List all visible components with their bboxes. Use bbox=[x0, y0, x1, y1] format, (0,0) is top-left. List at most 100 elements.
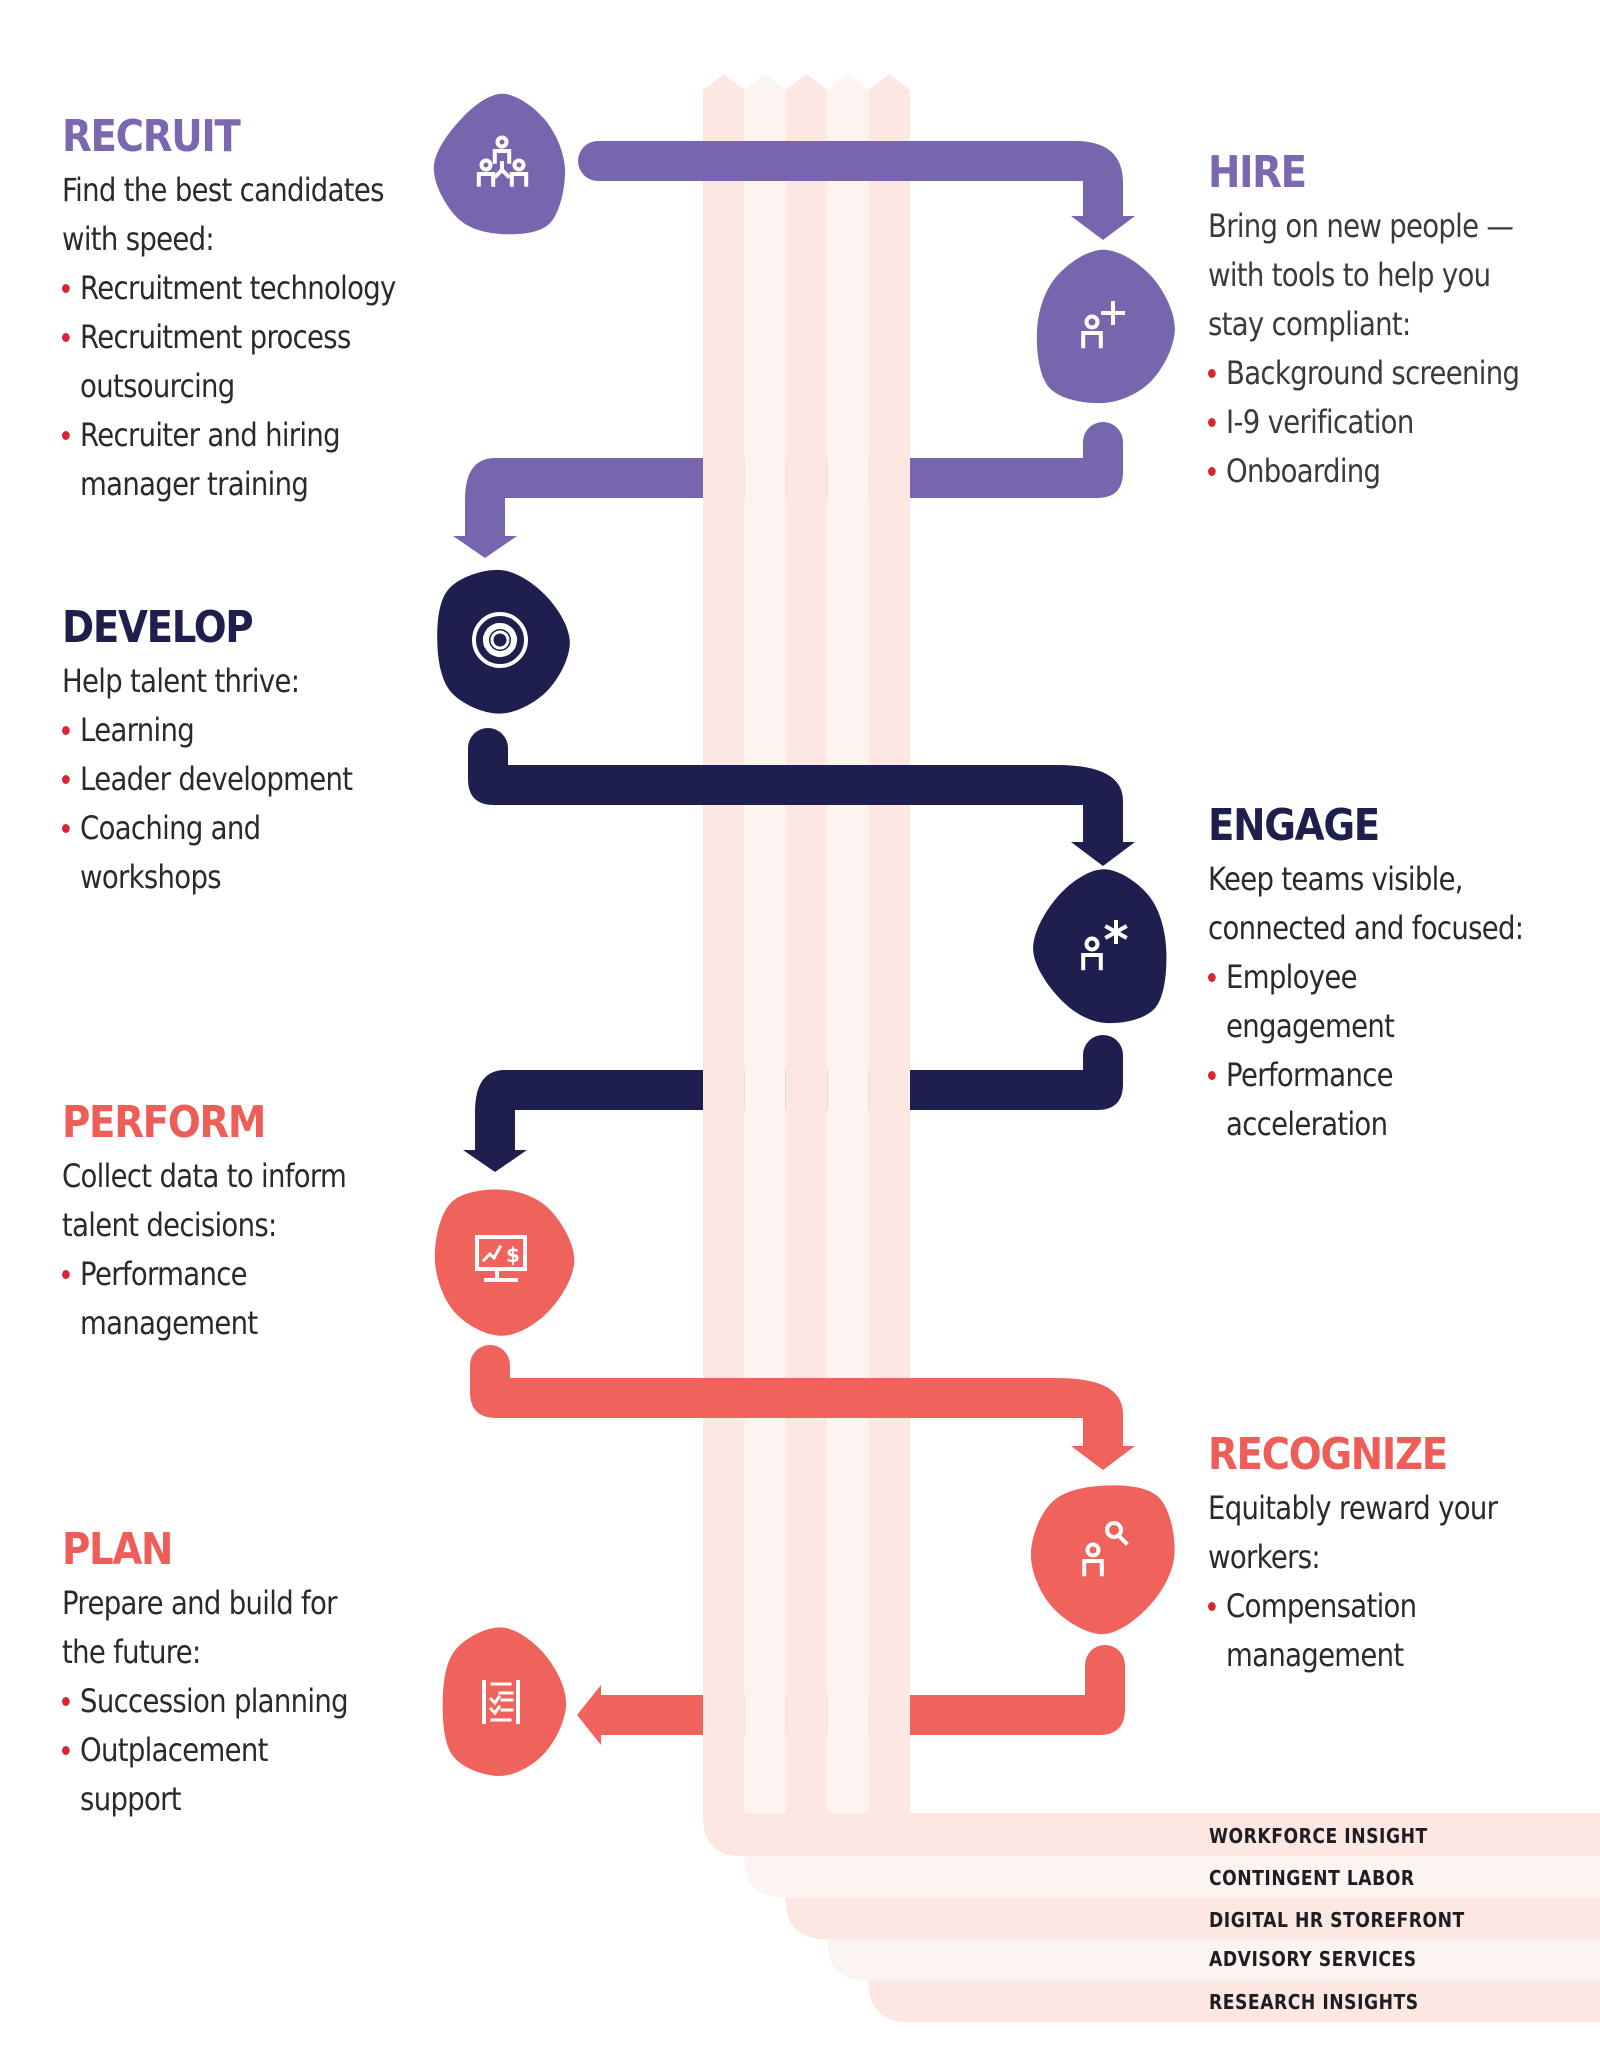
stage-description-line: with tools to help you bbox=[1208, 256, 1491, 294]
stage-recognize: RECOGNIZE Equitably reward your workers: Co… bbox=[1208, 1430, 1544, 1680]
bullet-text: Recruitment process bbox=[80, 318, 351, 356]
bullet-text: Background screening bbox=[1226, 354, 1520, 392]
stage-title: RECOGNIZE bbox=[1208, 1429, 1448, 1480]
bullet-item-continuation: acceleration bbox=[1208, 1100, 1523, 1149]
stage-description-line: Collect data to inform bbox=[62, 1157, 347, 1195]
foundation-row-label: WORKFORCE INSIGHT bbox=[1209, 1824, 1428, 1848]
bullet-text: management bbox=[1226, 1636, 1404, 1674]
stage-bullet-list: Succession planning Outplacement support bbox=[62, 1677, 394, 1824]
bullet-item-continuation: management bbox=[62, 1299, 346, 1348]
stage-description-line: Prepare and build for bbox=[62, 1584, 337, 1622]
stage-plan: PLAN Prepare and build for the future: Succ… bbox=[62, 1525, 394, 1824]
stage-hire: HIRE Bring on new people — with tools to h… bbox=[1208, 148, 1570, 496]
stage-bullet-list: Recruitment technology Recruitment proces… bbox=[62, 264, 450, 509]
bullet-item: Recruiter and hiring bbox=[62, 411, 396, 460]
bullet-dot-icon bbox=[62, 775, 70, 784]
bullet-item: Performance bbox=[1208, 1051, 1523, 1100]
stripe-column bbox=[827, 74, 869, 1940]
bullet-text: Recruiter and hiring bbox=[80, 416, 341, 454]
bullet-text: Leader development bbox=[80, 760, 353, 798]
stripe-column bbox=[703, 74, 745, 1815]
bullet-dot-icon bbox=[62, 333, 70, 342]
stage-description-line: Keep teams visible, bbox=[1208, 860, 1464, 898]
bullet-item: Performance bbox=[62, 1250, 346, 1299]
blob-hire bbox=[1036, 249, 1175, 404]
bullet-item-continuation: engagement bbox=[1208, 1002, 1523, 1051]
bullet-item: Recruitment process bbox=[62, 313, 396, 362]
bullet-text: management bbox=[80, 1304, 258, 1342]
bullet-text: Outplacement bbox=[80, 1731, 268, 1769]
stage-description-line: with speed: bbox=[62, 220, 215, 258]
bullet-dot-icon bbox=[62, 726, 70, 735]
foundation-row-label: ADVISORY SERVICES bbox=[1209, 1947, 1417, 1971]
stripe-column bbox=[868, 74, 910, 1981]
bullet-item-continuation: workshops bbox=[62, 853, 352, 902]
foundation-row-label: CONTINGENT LABOR bbox=[1209, 1866, 1415, 1890]
stage-description-line: Equitably reward your bbox=[1208, 1489, 1498, 1527]
bullet-dot-icon bbox=[1208, 418, 1216, 427]
bullet-text: Performance bbox=[80, 1255, 248, 1293]
stage-title: PERFORM bbox=[62, 1097, 266, 1148]
bullet-item: I-9 verification bbox=[1208, 398, 1519, 447]
stage-title: DEVELOP bbox=[62, 602, 254, 653]
bullet-item: Compensation bbox=[1208, 1582, 1497, 1631]
bullet-text: support bbox=[80, 1780, 182, 1818]
stage-bullet-list: Employee engagement Performance acceleratio… bbox=[1208, 953, 1575, 1149]
stripe-row bbox=[703, 1813, 1600, 1857]
bullet-item: Learning bbox=[62, 706, 352, 755]
bullet-item-continuation: manager training bbox=[62, 460, 396, 509]
bullet-text: manager training bbox=[80, 465, 309, 503]
bullet-text: Succession planning bbox=[80, 1682, 348, 1720]
bullet-dot-icon bbox=[62, 431, 70, 440]
bullet-dot-icon bbox=[62, 1697, 70, 1706]
stage-bullet-list: Background screening I-9 verification Onbo… bbox=[1208, 349, 1570, 496]
bullet-item: Onboarding bbox=[1208, 447, 1519, 496]
bullet-text: engagement bbox=[1226, 1007, 1395, 1045]
bullet-item: Coaching and bbox=[62, 804, 352, 853]
bullet-item: Background screening bbox=[1208, 349, 1520, 398]
stage-description-line: Find the best candidates bbox=[62, 171, 384, 209]
blob-perform bbox=[434, 1189, 575, 1336]
stripe-row bbox=[785, 1895, 1600, 1940]
stage-description-line: Bring on new people — bbox=[1208, 207, 1514, 245]
bullet-item: Succession planning bbox=[62, 1677, 349, 1726]
bullet-dot-icon bbox=[62, 284, 70, 293]
stage-description-line: stay compliant: bbox=[1208, 305, 1411, 343]
stage-develop: DEVELOP Help talent thrive: Learning Leader… bbox=[62, 603, 400, 902]
blob-engage bbox=[1033, 869, 1167, 1024]
bullet-text: workshops bbox=[80, 858, 222, 896]
bullet-item-continuation: outsourcing bbox=[62, 362, 396, 411]
stage-description-line: connected and focused: bbox=[1208, 909, 1524, 947]
bullet-item-continuation: management bbox=[1208, 1631, 1497, 1680]
stage-title: ENGAGE bbox=[1208, 800, 1380, 851]
bullet-item: Recruitment technology bbox=[62, 264, 396, 313]
bullet-dot-icon bbox=[1208, 369, 1216, 378]
foundation-row-label: DIGITAL HR STOREFRONT bbox=[1209, 1908, 1465, 1932]
stage-title: HIRE bbox=[1208, 147, 1307, 198]
bullet-dot-icon bbox=[62, 1270, 70, 1279]
bullet-text: Recruitment technology bbox=[80, 269, 396, 307]
bullet-dot-icon bbox=[62, 1746, 70, 1755]
bullet-item: Outplacement bbox=[62, 1726, 348, 1775]
stage-bullet-list: Performance management bbox=[62, 1250, 392, 1348]
blob-develop bbox=[437, 569, 570, 714]
stripe-column bbox=[785, 74, 828, 1898]
stripe-row bbox=[744, 1854, 1600, 1898]
stage-description-line: talent decisions: bbox=[62, 1206, 277, 1244]
stage-perform: PERFORM Collect data to inform talent deci… bbox=[62, 1098, 392, 1348]
stage-recruit: RECRUIT Find the best candidates with spee… bbox=[62, 112, 450, 509]
bullet-dot-icon bbox=[1208, 1071, 1216, 1080]
dollar-sign: $ bbox=[506, 1243, 520, 1267]
bullet-text: Coaching and bbox=[80, 809, 261, 847]
stage-engage: ENGAGE Keep teams visible, connected and f… bbox=[1208, 801, 1575, 1149]
bullet-dot-icon bbox=[62, 824, 70, 833]
bullet-text: Learning bbox=[80, 711, 195, 749]
bullet-text: I-9 verification bbox=[1226, 403, 1414, 441]
stripe-column bbox=[744, 74, 786, 1857]
bullet-dot-icon bbox=[1208, 467, 1216, 476]
stage-title: PLAN bbox=[62, 1524, 173, 1575]
bullet-item-continuation: support bbox=[62, 1775, 348, 1824]
stage-description-line: the future: bbox=[62, 1633, 201, 1671]
bullet-dot-icon bbox=[1208, 973, 1216, 982]
foundation-row-label: RESEARCH INSIGHTS bbox=[1209, 1990, 1419, 2014]
